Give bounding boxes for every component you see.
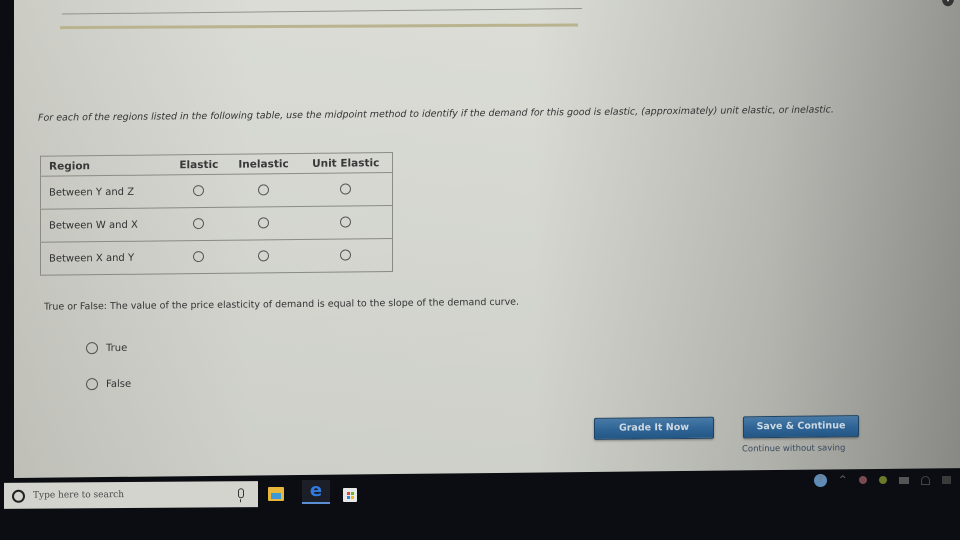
header-inelastic: Inelastic [227,153,300,175]
region-label: Between W and X [40,207,170,243]
region-label: Between Y and Z [40,174,170,210]
radio-wx-elastic[interactable] [193,218,205,230]
file-explorer-icon[interactable] [266,484,286,504]
radio-true[interactable] [86,342,98,355]
header-region: Region [40,154,170,177]
battery-icon[interactable] [898,476,909,484]
elasticity-table: Region Elastic Inelastic Unit Elastic Be… [40,152,393,276]
option-false[interactable]: False [86,378,132,391]
cortana-icon[interactable] [12,489,25,503]
question-2-prompt: True or False: The value of the price el… [44,296,520,313]
continue-without-saving-link[interactable]: Continue without saving [742,443,845,454]
radio-yz-unit-elastic[interactable] [340,183,352,195]
progress-bar [60,23,578,30]
help-icon[interactable]: ? [814,473,827,487]
tray-app-icon[interactable] [878,476,887,484]
option-false-label: False [106,378,132,390]
save-and-continue-button[interactable]: Save & Continue [743,415,859,439]
radio-false[interactable] [86,378,98,391]
grade-it-now-button[interactable]: Grade It Now [594,416,714,440]
tray-app-icon[interactable] [858,476,867,484]
radio-yz-inelastic[interactable] [258,184,270,196]
microphone-icon[interactable] [238,488,244,499]
table-row: Between X and Y [40,238,393,276]
info-icon[interactable]: i [942,0,954,7]
taskbar-search[interactable]: Type here to search [4,481,258,509]
radio-wx-inelastic[interactable] [258,217,270,229]
system-tray: ? ^ [814,472,951,488]
header-elastic: Elastic [170,154,228,175]
network-icon[interactable] [920,475,930,485]
radio-yz-elastic[interactable] [193,185,205,197]
radio-xy-unit-elastic[interactable] [340,249,352,261]
table-row: Between Y and Z [40,172,393,210]
region-label: Between X and Y [40,240,170,276]
header-divider [62,8,582,15]
header-unit-elastic: Unit Elastic [299,152,393,174]
search-placeholder: Type here to search [33,490,124,501]
radio-xy-inelastic[interactable] [258,250,270,262]
option-true-label: True [106,342,128,354]
edge-browser-icon[interactable]: e [302,480,330,504]
store-icon[interactable] [340,484,360,504]
table-row: Between W and X [40,205,393,243]
radio-wx-unit-elastic[interactable] [340,216,352,228]
browser-page: i For each of the regions listed in the … [14,0,960,479]
volume-icon[interactable] [941,476,951,484]
radio-xy-elastic[interactable] [193,251,205,263]
question-1-prompt: For each of the regions listed in the fo… [38,104,834,124]
show-hidden-icons-chevron-icon[interactable]: ^ [839,475,847,485]
option-true[interactable]: True [86,342,128,355]
